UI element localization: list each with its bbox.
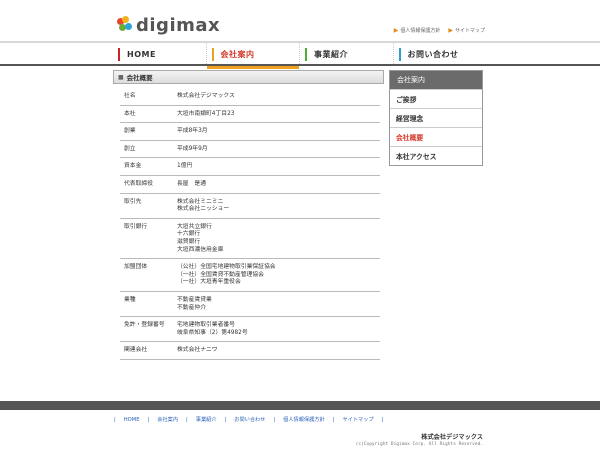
footer-link-privacy[interactable]: 個人情報保護方針 <box>283 416 325 423</box>
table-row: 免許・登録番号 宅地建物取引業者番号 岐阜県知事（2）第4982号 <box>120 317 380 343</box>
top-link-privacy[interactable]: ▶ 個人情報保護方針 <box>394 27 441 34</box>
table-row: 本社 大垣市南頬町4丁目23 <box>120 106 380 124</box>
section-header: ■ 会社概要 <box>113 70 384 84</box>
logo-mark-icon <box>117 16 133 34</box>
arrow-right-icon: ▶ <box>448 27 453 34</box>
row-label: 取引銀行 <box>124 223 148 230</box>
footer-nav: | HOME | 会社案内 | 事業紹介 | お問い合わせ | 個人情報保護方針… <box>114 416 391 424</box>
footer-separator: | <box>147 416 150 423</box>
table-row: 資本金 1億円 <box>120 158 380 176</box>
row-label: 加盟団体 <box>124 264 148 271</box>
row-label: 創業 <box>124 128 136 135</box>
footer-separator: | <box>273 416 276 423</box>
row-value: （公社）全国宅地建物取引業保証協会 （一社）全国賃貸不動産管理協会 （一社）大垣… <box>177 264 276 286</box>
row-label: 社名 <box>124 93 136 99</box>
row-value: 長屋 是通 <box>177 180 206 187</box>
footer-bar <box>0 401 600 410</box>
row-value: 株式会社デジマックス <box>177 93 235 99</box>
footer-link-sitemap[interactable]: サイトマップ <box>342 416 373 423</box>
row-label: 関連会社 <box>124 347 148 354</box>
table-row: 代表取締役 長屋 是通 <box>120 176 380 194</box>
sub-nav: 会社案内 ご挨拶 経営理念 会社概要 本社アクセス <box>389 70 483 166</box>
footer-separator: | <box>224 416 227 423</box>
footer-separator: | <box>381 416 384 423</box>
row-value: 1億円 <box>177 163 193 170</box>
table-row: 業種 不動産賃貸業 不動産仲介 <box>120 292 380 318</box>
footer-link-contact[interactable]: お問い合わせ <box>234 416 265 423</box>
row-label: 業種 <box>124 296 136 303</box>
gnav-business[interactable]: 事業紹介 <box>300 43 394 66</box>
footer-separator: | <box>114 416 116 423</box>
nav-divider <box>0 64 600 66</box>
footer-separator: | <box>186 416 188 423</box>
table-row: 取引銀行 大垣共立銀行 十六銀行 滋賀銀行 大垣西濃信用金庫 <box>120 219 380 260</box>
nav-color-bar <box>398 48 401 61</box>
row-value: 株式会社ナニワ <box>177 347 218 354</box>
gnav-home[interactable]: HOME <box>113 43 207 66</box>
table-row: 取引先 株式会社ミニミニ 株式会社ニッショー <box>120 194 380 219</box>
footer-company-name: 株式会社デジマックス <box>421 434 483 441</box>
footer-link-company[interactable]: 会社案内 <box>157 416 178 423</box>
company-info-table: 社名 株式会社デジマックス 本社 大垣市南頬町4丁目23 創業 平成8年3月 創… <box>120 88 380 360</box>
table-row: 関連会社 株式会社ナニワ <box>120 342 380 360</box>
arrow-right-icon: ▶ <box>393 27 399 34</box>
row-value: 平成8年3月 <box>177 128 208 135</box>
gnav-contact[interactable]: お問い合わせ <box>394 43 488 66</box>
top-link-sitemap[interactable]: ▶ サイトマップ <box>448 27 485 34</box>
sub-nav-header: 会社案内 <box>390 71 482 89</box>
nav-color-bar <box>118 48 120 61</box>
row-value: 株式会社ミニミニ 株式会社ニッショー <box>177 198 230 213</box>
gnav-company[interactable]: 会社案内 <box>206 43 300 69</box>
top-links: ▶ 個人情報保護方針 ▶ サイトマップ <box>394 27 485 34</box>
table-row: 創立 平成9年9月 <box>120 141 380 159</box>
row-label: 免許・登録番号 <box>124 322 165 329</box>
row-label: 本社 <box>124 110 136 117</box>
sub-nav-item-overview[interactable]: 会社概要 <box>390 127 482 146</box>
global-nav: HOME 会社案内 事業紹介 お問い合わせ <box>0 41 600 69</box>
footer-copyright: (c)Copyright Digimax Corp. All Rights Re… <box>355 442 483 447</box>
sub-nav-item-access[interactable]: 本社アクセス <box>390 146 482 165</box>
section-title: 会社概要 <box>126 74 153 82</box>
table-row: 加盟団体 （公社）全国宅地建物取引業保証協会 （一社）全国賃貸不動産管理協会 （… <box>120 259 380 292</box>
nav-color-bar <box>305 48 307 61</box>
row-value: 平成9年9月 <box>177 145 208 152</box>
footer-link-home[interactable]: HOME <box>124 417 140 423</box>
table-row: 社名 株式会社デジマックス <box>120 88 380 106</box>
row-value: 宅地建物取引業者番号 岐阜県知事（2）第4982号 <box>177 322 248 336</box>
section-marker-icon: ■ <box>118 73 124 81</box>
sub-nav-item-greeting[interactable]: ご挨拶 <box>390 89 482 108</box>
row-value: 大垣共立銀行 十六銀行 滋賀銀行 大垣西濃信用金庫 <box>177 223 224 253</box>
footer-link-business[interactable]: 事業紹介 <box>196 416 217 423</box>
row-label: 創立 <box>124 145 136 152</box>
row-value: 大垣市南頬町4丁目23 <box>177 110 235 117</box>
row-label: 資本金 <box>124 163 142 170</box>
row-label: 代表取締役 <box>124 180 153 187</box>
footer-separator: | <box>332 416 335 423</box>
site-logo[interactable]: digimax <box>117 14 220 36</box>
nav-color-bar <box>211 48 214 61</box>
row-value: 不動産賃貸業 不動産仲介 <box>177 296 212 311</box>
row-label: 取引先 <box>124 198 142 205</box>
table-row: 創業 平成8年3月 <box>120 123 380 141</box>
sub-nav-item-philosophy[interactable]: 経営理念 <box>390 108 482 127</box>
logo-text: digimax <box>136 14 221 36</box>
